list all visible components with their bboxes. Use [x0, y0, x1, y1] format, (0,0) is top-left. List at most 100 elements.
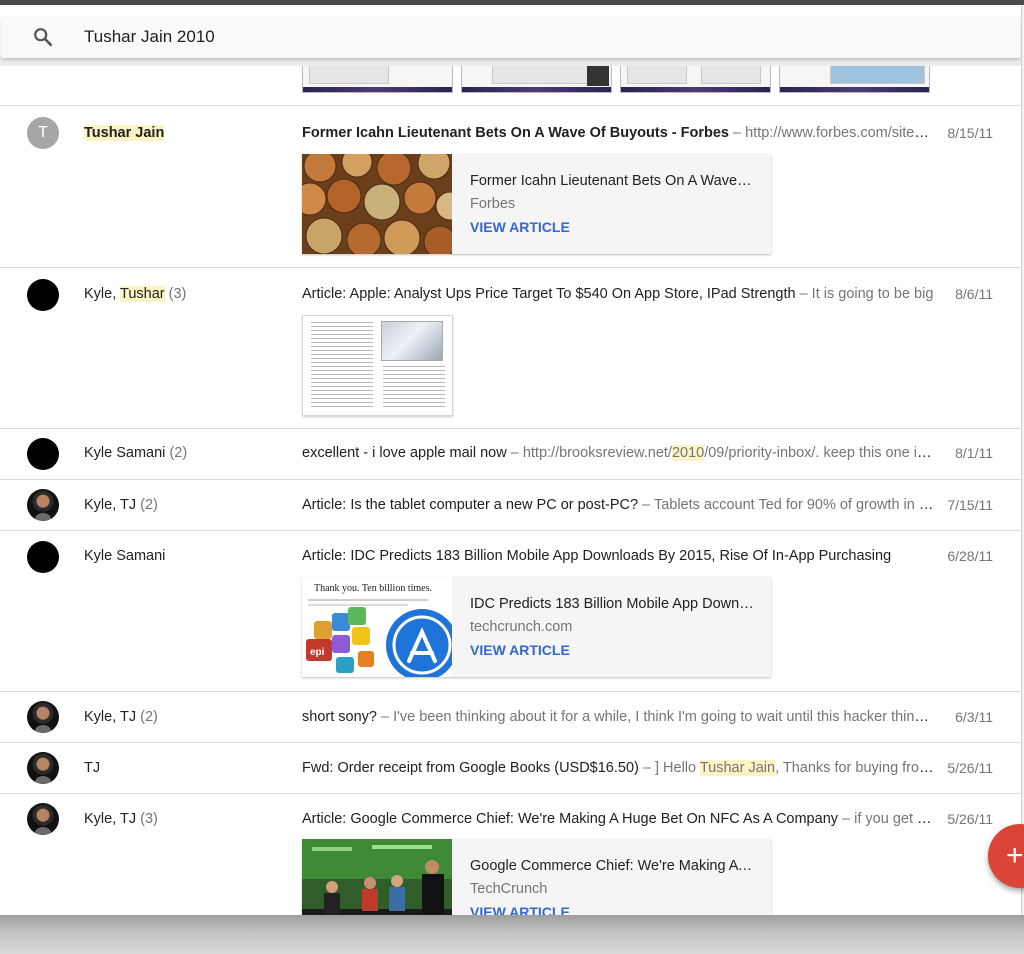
document-thumbnail[interactable]	[302, 315, 453, 416]
avatar	[27, 803, 59, 835]
thread-row[interactable]: Kyle Samani (2) excellent - i love apple…	[0, 429, 1021, 480]
sender-highlight: Tushar Jain	[84, 125, 165, 141]
message-count: (2)	[140, 497, 158, 513]
thread-snippet: – Tablets account Ted for 90% of growth …	[642, 497, 936, 513]
search-bar	[2, 16, 1020, 58]
thread-snippet-end: , Thanks for buying from Google Books	[775, 760, 936, 776]
thread-snippet: – http://www.forbes.com/sites/halahtoury…	[733, 125, 936, 141]
sender-highlight: Tushar	[120, 286, 165, 302]
thread-sender: Kyle, TJ (2)	[84, 709, 158, 725]
thread-summary: excellent - i love apple mail now – http…	[302, 445, 936, 461]
thread-summary: Article: IDC Predicts 183 Billion Mobile…	[302, 548, 936, 564]
window-bottom-shadow	[0, 915, 1024, 954]
avatar: T	[27, 117, 59, 149]
avatar	[27, 752, 59, 784]
thread-row[interactable]: Kyle, Tushar (3) Article: Apple: Analyst…	[0, 268, 1021, 429]
search-icon[interactable]	[32, 26, 54, 48]
sender-name: Kyle, TJ	[84, 497, 137, 513]
sender-name: Kyle,	[84, 286, 121, 302]
thread-summary: Article: Google Commerce Chief: We're Ma…	[302, 811, 936, 827]
view-article-button[interactable]: VIEW ARTICLE	[470, 219, 570, 235]
thread-subject: Article: Apple: Analyst Ups Price Target…	[302, 286, 796, 302]
avatar	[27, 279, 59, 311]
avatar	[27, 701, 59, 733]
snippet-highlight: 2010	[671, 445, 705, 461]
thread-subject: Article: IDC Predicts 183 Billion Mobile…	[302, 548, 892, 564]
thread-date: 6/3/11	[955, 709, 993, 725]
thread-subject: Former Icahn Lieutenant Bets On A Wave O…	[302, 125, 729, 141]
link-preview-card[interactable]: Thank you. Ten billion times. epi IDC Pr…	[302, 577, 771, 677]
thread-subject: Fwd: Order receipt from Google Books (US…	[302, 760, 639, 776]
message-count: (2)	[140, 709, 158, 725]
attachment-thumbnail[interactable]	[620, 66, 771, 93]
card-source: TechCrunch	[470, 881, 548, 897]
coins-image	[302, 154, 452, 254]
thread-row[interactable]: Kyle, TJ (2) Article: Is the tablet comp…	[0, 480, 1021, 531]
thread-row[interactable]: Kyle, TJ (3) Article: Google Commerce Ch…	[0, 794, 1021, 915]
link-preview-card[interactable]: Former Icahn Lieutenant Bets On A Wave O…	[302, 154, 771, 254]
search-input[interactable]	[84, 24, 984, 50]
thread-sender: Kyle Samani (2)	[84, 445, 187, 461]
thread-summary: Fwd: Order receipt from Google Books (US…	[302, 760, 936, 776]
card-source: Forbes	[470, 196, 516, 212]
message-count: (3)	[168, 286, 187, 302]
attachment-thumbnail[interactable]	[461, 66, 612, 93]
link-preview-card[interactable]: Google Commerce Chief: We're Making A Hu…	[302, 839, 771, 915]
message-count: (3)	[140, 811, 158, 827]
thread-subject: excellent - i love apple mail now	[302, 445, 507, 461]
thread-snippet: – if you get a chance	[842, 811, 936, 827]
thread-date: 5/26/11	[947, 760, 993, 776]
previous-thread-attachments	[0, 66, 1021, 106]
thread-row[interactable]: TJ Fwd: Order receipt from Google Books …	[0, 743, 1021, 794]
thread-summary: Former Icahn Lieutenant Bets On A Wave O…	[302, 125, 936, 141]
thread-date: 6/28/11	[947, 548, 993, 564]
view-article-button[interactable]: VIEW ARTICLE	[470, 642, 570, 658]
sender-name: Kyle Samani	[84, 445, 166, 461]
sender-name: Kyle Samani	[84, 548, 166, 564]
card-title: IDC Predicts 183 Billion Mobile App Down…	[470, 596, 755, 612]
avatar	[27, 489, 59, 521]
avatar	[27, 438, 59, 470]
thread-summary: short sony? – I've been thinking about i…	[302, 709, 936, 725]
sender-name: TJ	[84, 760, 101, 776]
attachment-thumbnail[interactable]	[302, 66, 453, 93]
avatar	[27, 541, 59, 573]
thread-date: 8/15/11	[947, 125, 993, 141]
snippet-highlight: Tushar Jain	[699, 760, 776, 776]
thread-sender: Kyle, TJ (3)	[84, 811, 158, 827]
thread-subject: Article: Is the tablet computer a new PC…	[302, 497, 639, 513]
app-store-image: Thank you. Ten billion times. epi	[302, 577, 452, 677]
thread-snippet: – I've been thinking about it for a whil…	[376, 709, 936, 725]
thread-summary: Article: Apple: Analyst Ups Price Target…	[302, 286, 936, 302]
thread-date: 5/26/11	[947, 811, 993, 827]
view-article-button[interactable]: VIEW ARTICLE	[470, 904, 570, 915]
card-title: Google Commerce Chief: We're Making A Hu…	[470, 858, 755, 874]
thread-snippet: – It is going to be big	[795, 286, 934, 302]
thread-date: 8/6/11	[955, 286, 993, 302]
thread-sender: TJ	[84, 760, 100, 776]
message-count: (2)	[169, 445, 188, 461]
svg-text:epi: epi	[310, 647, 325, 658]
sender-name: Kyle, TJ	[84, 709, 137, 725]
thread-sender: Kyle Samani	[84, 548, 165, 564]
conference-stage-image	[302, 839, 452, 915]
plus-icon: +	[1006, 839, 1024, 872]
thread-snippet-end: /09/priority-inbox/. keep this one in mi…	[704, 445, 936, 461]
thread-sender: Kyle, TJ (2)	[84, 497, 158, 513]
sender-name: Kyle, TJ	[84, 811, 137, 827]
thread-sender: Tushar Jain	[84, 125, 165, 141]
thread-row[interactable]: Kyle, TJ (2) short sony? – I've been thi…	[0, 692, 1021, 743]
thread-row[interactable]: Kyle Samani Article: IDC Predicts 183 Bi…	[0, 531, 1021, 692]
thread-subject: short sony?	[302, 709, 377, 725]
thread-row[interactable]: T Tushar Jain Former Icahn Lieutenant Be…	[0, 106, 1021, 268]
thread-summary: Article: Is the tablet computer a new PC…	[302, 497, 936, 513]
thread-date: 7/15/11	[947, 497, 993, 513]
thread-snippet-start: – http://brooksreview.net/	[506, 445, 672, 461]
thread-snippet-start: – ] Hello	[638, 760, 700, 776]
attachment-thumbnail[interactable]	[779, 66, 930, 93]
thread-sender: Kyle, Tushar (3)	[84, 286, 186, 302]
thread-subject: Article: Google Commerce Chief: We're Ma…	[302, 811, 839, 827]
card-source: techcrunch.com	[470, 619, 573, 635]
thread-date: 8/1/11	[955, 445, 993, 461]
card-title: Former Icahn Lieutenant Bets On A Wave O…	[470, 173, 755, 189]
